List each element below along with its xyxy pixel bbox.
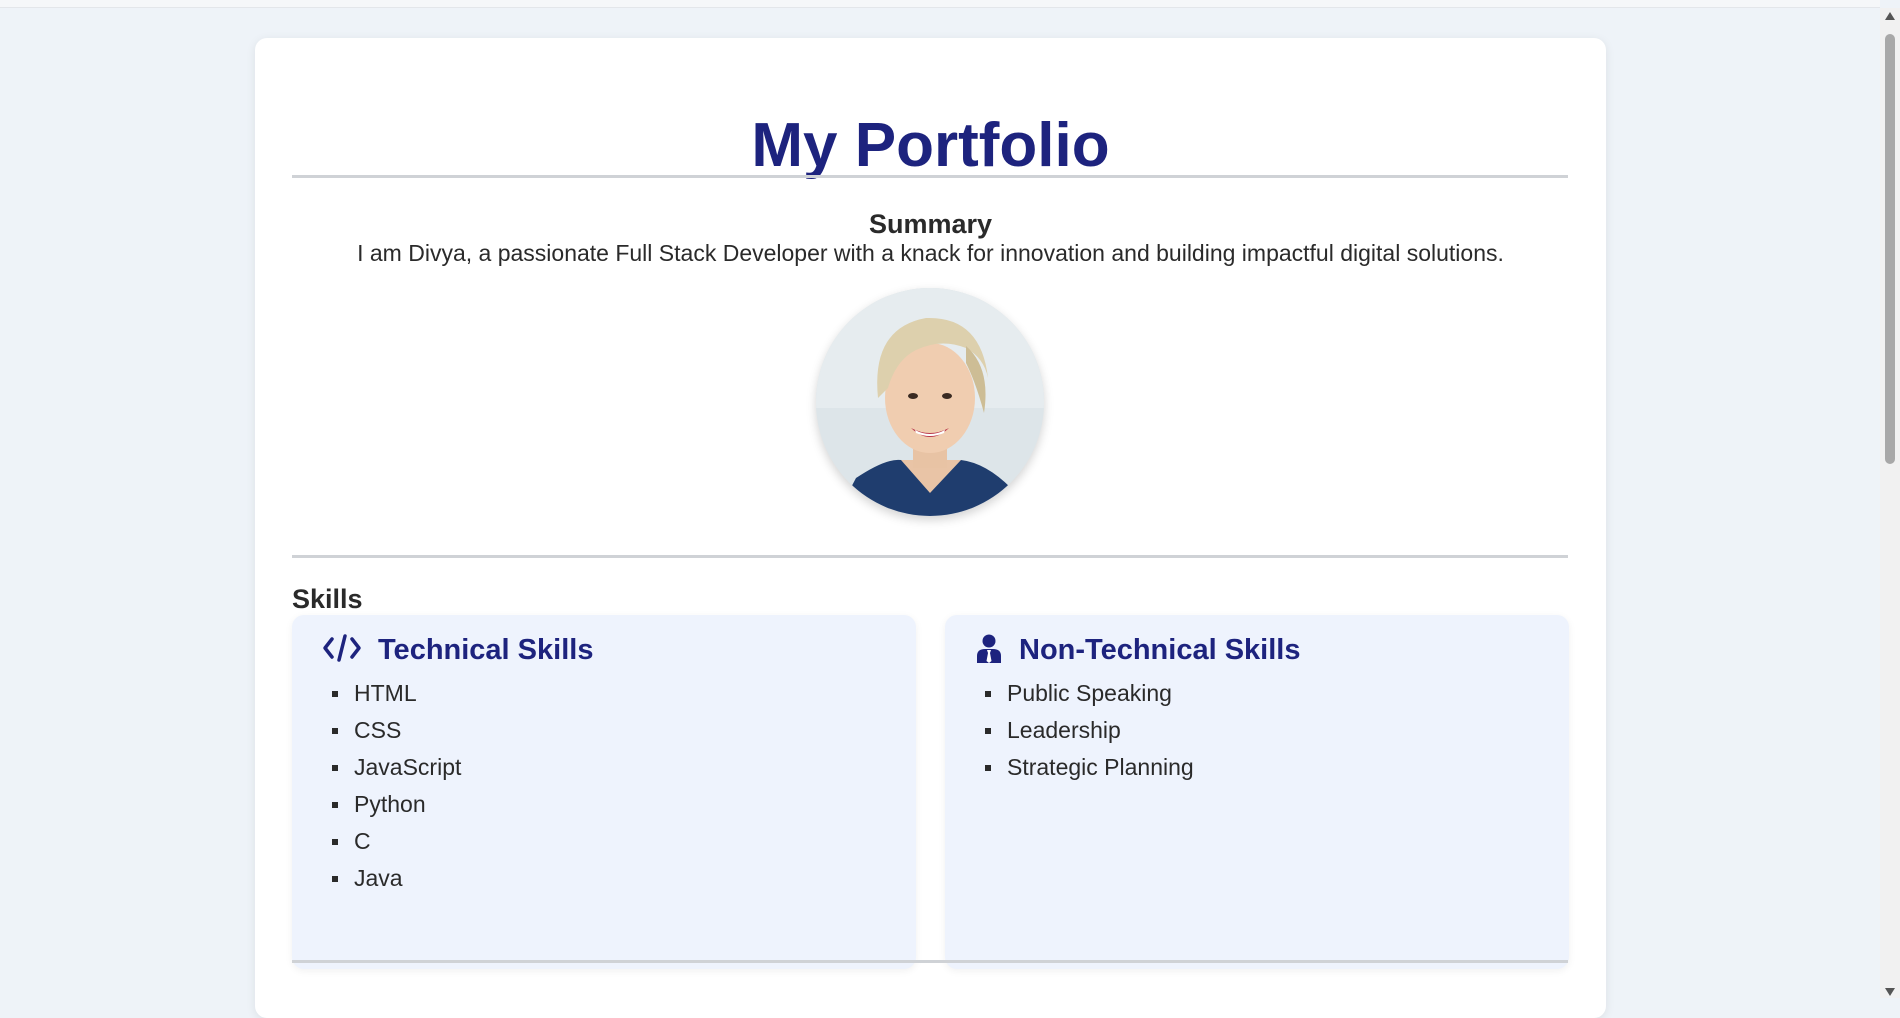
list-item: Strategic Planning xyxy=(985,749,1194,786)
person-tie-icon xyxy=(975,633,1003,668)
vertical-scrollbar[interactable] xyxy=(1880,8,1900,998)
list-item: Public Speaking xyxy=(985,675,1194,712)
summary-text: I am Divya, a passionate Full Stack Deve… xyxy=(357,240,1504,266)
code-icon xyxy=(322,633,362,668)
browser-top-edge xyxy=(0,0,1880,8)
list-item: Leadership xyxy=(985,712,1194,749)
non-technical-skills-card: Non-Technical Skills Public Speaking Lea… xyxy=(945,615,1569,969)
divider xyxy=(292,175,1568,178)
divider xyxy=(292,960,1568,963)
non-technical-skills-title: Non-Technical Skills xyxy=(1019,634,1301,666)
list-item: CSS xyxy=(332,712,461,749)
list-item: Python xyxy=(332,786,461,823)
list-item: C xyxy=(332,823,461,860)
divider xyxy=(292,555,1568,558)
technical-skills-list: HTML CSS JavaScript Python C Java xyxy=(332,675,461,897)
skills-heading: Skills xyxy=(292,584,363,614)
list-item: JavaScript xyxy=(332,749,461,786)
page-title: My Portfolio xyxy=(751,111,1110,180)
scroll-down-arrow-icon[interactable] xyxy=(1885,988,1895,996)
scrollbar-thumb[interactable] xyxy=(1885,34,1895,464)
profile-photo xyxy=(816,288,1044,516)
technical-skills-title: Technical Skills xyxy=(378,634,594,666)
portfolio-container: My Portfolio Summary I am Divya, a passi… xyxy=(255,38,1606,1018)
scroll-up-arrow-icon[interactable] xyxy=(1885,12,1895,20)
summary-heading: Summary xyxy=(868,209,993,239)
list-item: HTML xyxy=(332,675,461,712)
non-technical-skills-list: Public Speaking Leadership Strategic Pla… xyxy=(985,675,1194,786)
technical-skills-card: Technical Skills HTML CSS JavaScript Pyt… xyxy=(292,615,916,969)
list-item: Java xyxy=(332,860,461,897)
